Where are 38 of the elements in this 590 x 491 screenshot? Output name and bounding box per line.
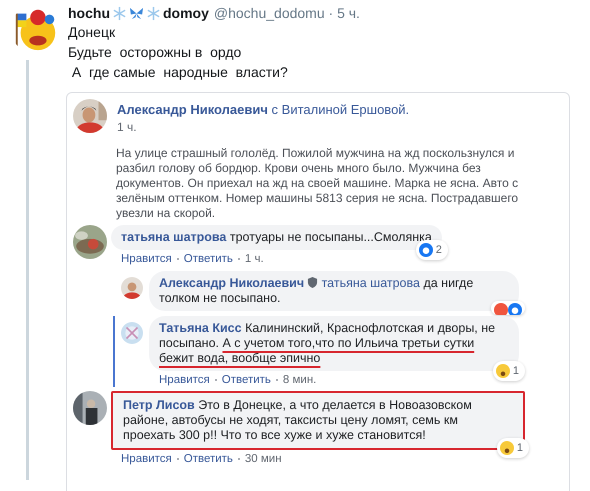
reactions-badge[interactable]: 1 bbox=[492, 361, 525, 381]
reactions-badge[interactable] bbox=[491, 301, 525, 315]
tweet-text: А где самые народные власти? bbox=[70, 63, 289, 82]
butterfly-icon bbox=[129, 6, 144, 20]
action-link[interactable]: Нравится bbox=[121, 253, 172, 265]
user-name[interactable]: domoy bbox=[163, 5, 209, 21]
comment-text: Петр Лисов Это в Донецке, а что делается в Новоазовском районе, автобусы не ходят, таксисты цену ломят, семь км проехать 300 р!! Что то все хуже и хуже становится! bbox=[123, 398, 473, 443]
author-name[interactable]: Петр Лисов bbox=[123, 398, 195, 412]
author-name[interactable]: Александр Николаевич bbox=[117, 102, 268, 117]
action-link[interactable]: 8 мин. bbox=[282, 374, 316, 386]
action-link[interactable]: Ответить bbox=[222, 374, 271, 386]
author-name[interactable]: татьяна шатрова bbox=[121, 230, 226, 244]
snowflake-icon bbox=[112, 6, 127, 20]
action-link[interactable]: Ответить bbox=[184, 453, 233, 465]
reaction-count: 2 bbox=[434, 244, 443, 256]
action-link[interactable]: 30 мин bbox=[244, 453, 282, 465]
author-name[interactable]: Александр Николаевич bbox=[159, 276, 304, 290]
tweet-text: Будьте осторожны в ордо bbox=[68, 43, 242, 62]
action-link[interactable]: Нравится bbox=[159, 374, 210, 386]
comment-text: Александр Николаевич татьяна шатрова да нигде толком не посыпано. bbox=[159, 276, 474, 306]
post-time[interactable]: 1 ч. bbox=[117, 120, 410, 134]
action-link[interactable]: Нравится bbox=[121, 453, 172, 465]
user-name[interactable]: hochu bbox=[68, 5, 110, 21]
reaction-count: 1 bbox=[516, 442, 524, 454]
reactions-badge[interactable]: 1 bbox=[496, 438, 529, 458]
reaction-count: 1 bbox=[512, 365, 520, 377]
author-name[interactable]: Татьяна Кисс bbox=[159, 321, 242, 335]
tagged-friend[interactable]: с Виталиной Ершовой. bbox=[272, 102, 410, 117]
sad-face-icon bbox=[500, 441, 514, 455]
post-text: На улице страшный гололёд. Пожилой мужчина на жд поскользнулся и разбил голову об бордюр. Крови очень много было. Мужчина без документов. Он приехал на жд на своей машине. Марка не ясна. Авто с зелёным оттенком. Номер машины 5813 серия не ясна. Пострадавшего увезли на скорой. bbox=[116, 146, 520, 221]
snowflake-icon bbox=[146, 6, 161, 20]
sad-face-icon bbox=[496, 364, 510, 378]
action-link[interactable]: Ответить bbox=[184, 253, 233, 265]
user-handle[interactable]: @hochu_dodomu · 5 ч. bbox=[214, 5, 360, 21]
reactions-badge[interactable]: 2 bbox=[416, 240, 448, 260]
tagged-friend[interactable]: татьяна шатрова bbox=[322, 276, 420, 290]
action-link[interactable]: 1 ч. bbox=[244, 253, 264, 265]
tweet-text: Донецк bbox=[68, 23, 116, 42]
